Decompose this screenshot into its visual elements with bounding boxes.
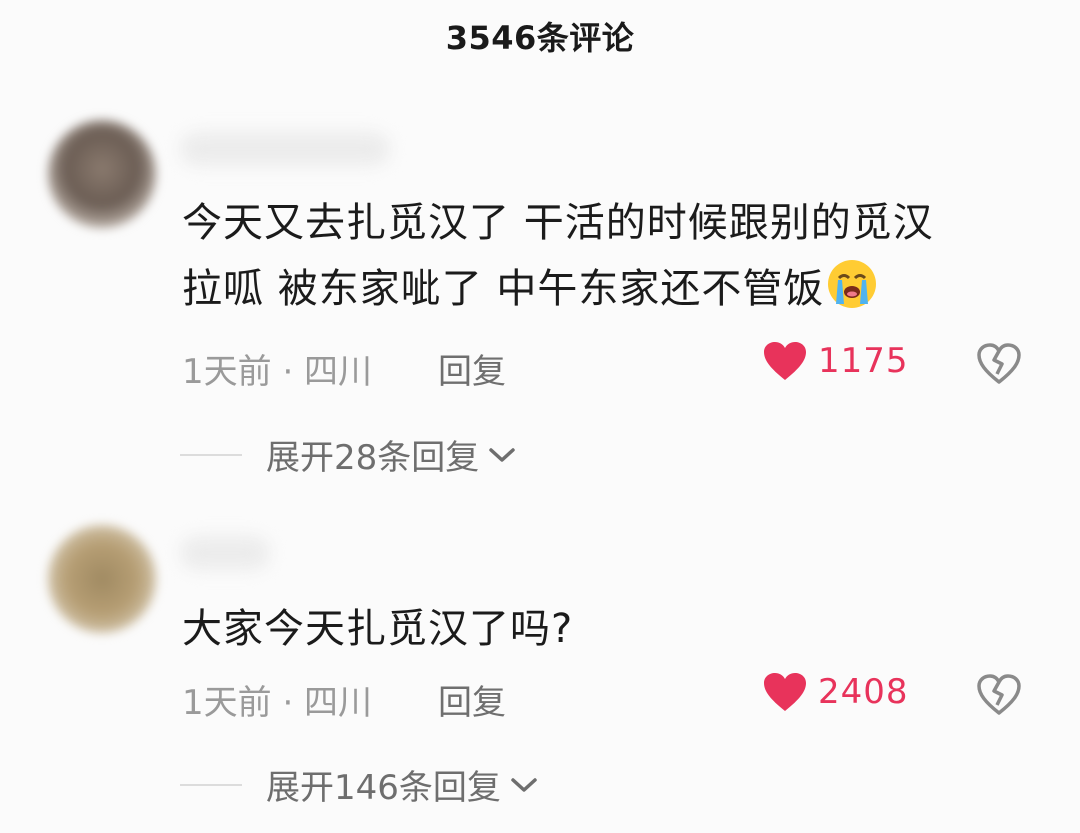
avatar[interactable] [48,120,156,228]
heart-icon [764,342,806,380]
comment-count-title: 3546条评论 [445,19,635,57]
expand-replies-button[interactable]: 展开28条回复 [180,430,517,479]
chevron-down-icon [489,447,516,462]
comment-text: 今天又去扎觅汉了 干活的时候跟别的觅汉 拉呱 被东家呲了 中午东家还不管饭 [182,190,1022,322]
divider-line [180,783,242,786]
heart-icon [764,673,806,711]
avatar[interactable] [48,525,156,633]
chevron-down-icon [511,777,537,792]
comment-text-line: 今天又去扎觅汉了 干活的时候跟别的觅汉 [182,200,934,246]
comment-text: 大家今天扎觅汉了吗? [182,596,1022,662]
expand-replies-label: 展开28条回复 [266,438,480,478]
comment-text-line: 大家今天扎觅汉了吗? [182,606,574,652]
comment-meta: 1天前 · 四川 [182,683,373,723]
username-blurred[interactable] [180,536,270,570]
comment-text-line-with-emoji: 拉呱 被东家呲了 中午东家还不管饭 [182,256,1022,322]
reply-button[interactable]: 回复 [438,344,506,393]
reply-button[interactable]: 回复 [438,675,506,724]
like-button[interactable]: 2408 [762,671,909,713]
like-count: 2408 [818,672,909,712]
expand-replies-button[interactable]: 展开146条回复 [180,760,539,809]
loudly-crying-face-emoji-icon [828,260,877,308]
comment-text-line: 拉呱 被东家呲了 中午东家还不管饭 [182,266,825,312]
broken-heart-icon[interactable] [975,673,1023,717]
like-button[interactable]: 1175 [762,340,909,382]
divider-line [180,453,242,456]
comment-meta: 1天前 · 四川 [182,352,373,392]
comments-header: 3546条评论 [0,0,1080,72]
like-count: 1175 [818,341,909,381]
username-blurred[interactable] [180,132,390,166]
broken-heart-icon[interactable] [975,342,1023,386]
expand-replies-label: 展开146条回复 [266,768,501,808]
